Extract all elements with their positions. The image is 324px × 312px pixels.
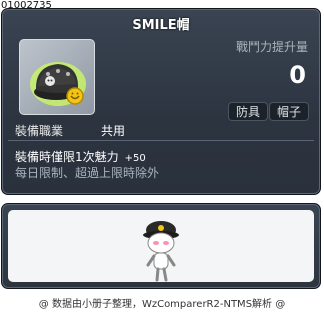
smile-hat-icon: [30, 62, 86, 106]
effect-line: 裝備時僅限1次魅力 +50: [15, 148, 146, 165]
effect-text: 裝備時僅限1次魅力: [15, 150, 119, 164]
divider: [8, 140, 314, 141]
job-label: 裝備職業: [15, 124, 64, 138]
character-preview-area: [8, 210, 314, 282]
stat-value: 0: [289, 61, 306, 89]
footer-credit: @ 数据由小册子整理，WzComparerR2-NTMS解析 @: [38, 299, 286, 310]
item-title: SMILE帽: [132, 18, 190, 33]
item-icon-frame: [19, 39, 95, 115]
character-icon: [143, 221, 179, 282]
limit-text: 每日限制、超過上限時除外: [15, 166, 160, 180]
item-type-tag: 防具: [228, 102, 269, 121]
item-subtype-tag: 帽子: [269, 102, 310, 121]
character-preview-panel: [1, 203, 321, 289]
stat-label: 戰鬥力提升量: [235, 40, 308, 54]
item-tooltip: SMILE帽 戰鬥力提升量 0 防具 帽子 裝備職業 共用 裝備時僅限1次魅力 …: [1, 8, 321, 195]
effect-bonus: +50: [124, 153, 146, 164]
job-value: 共用: [101, 124, 126, 138]
